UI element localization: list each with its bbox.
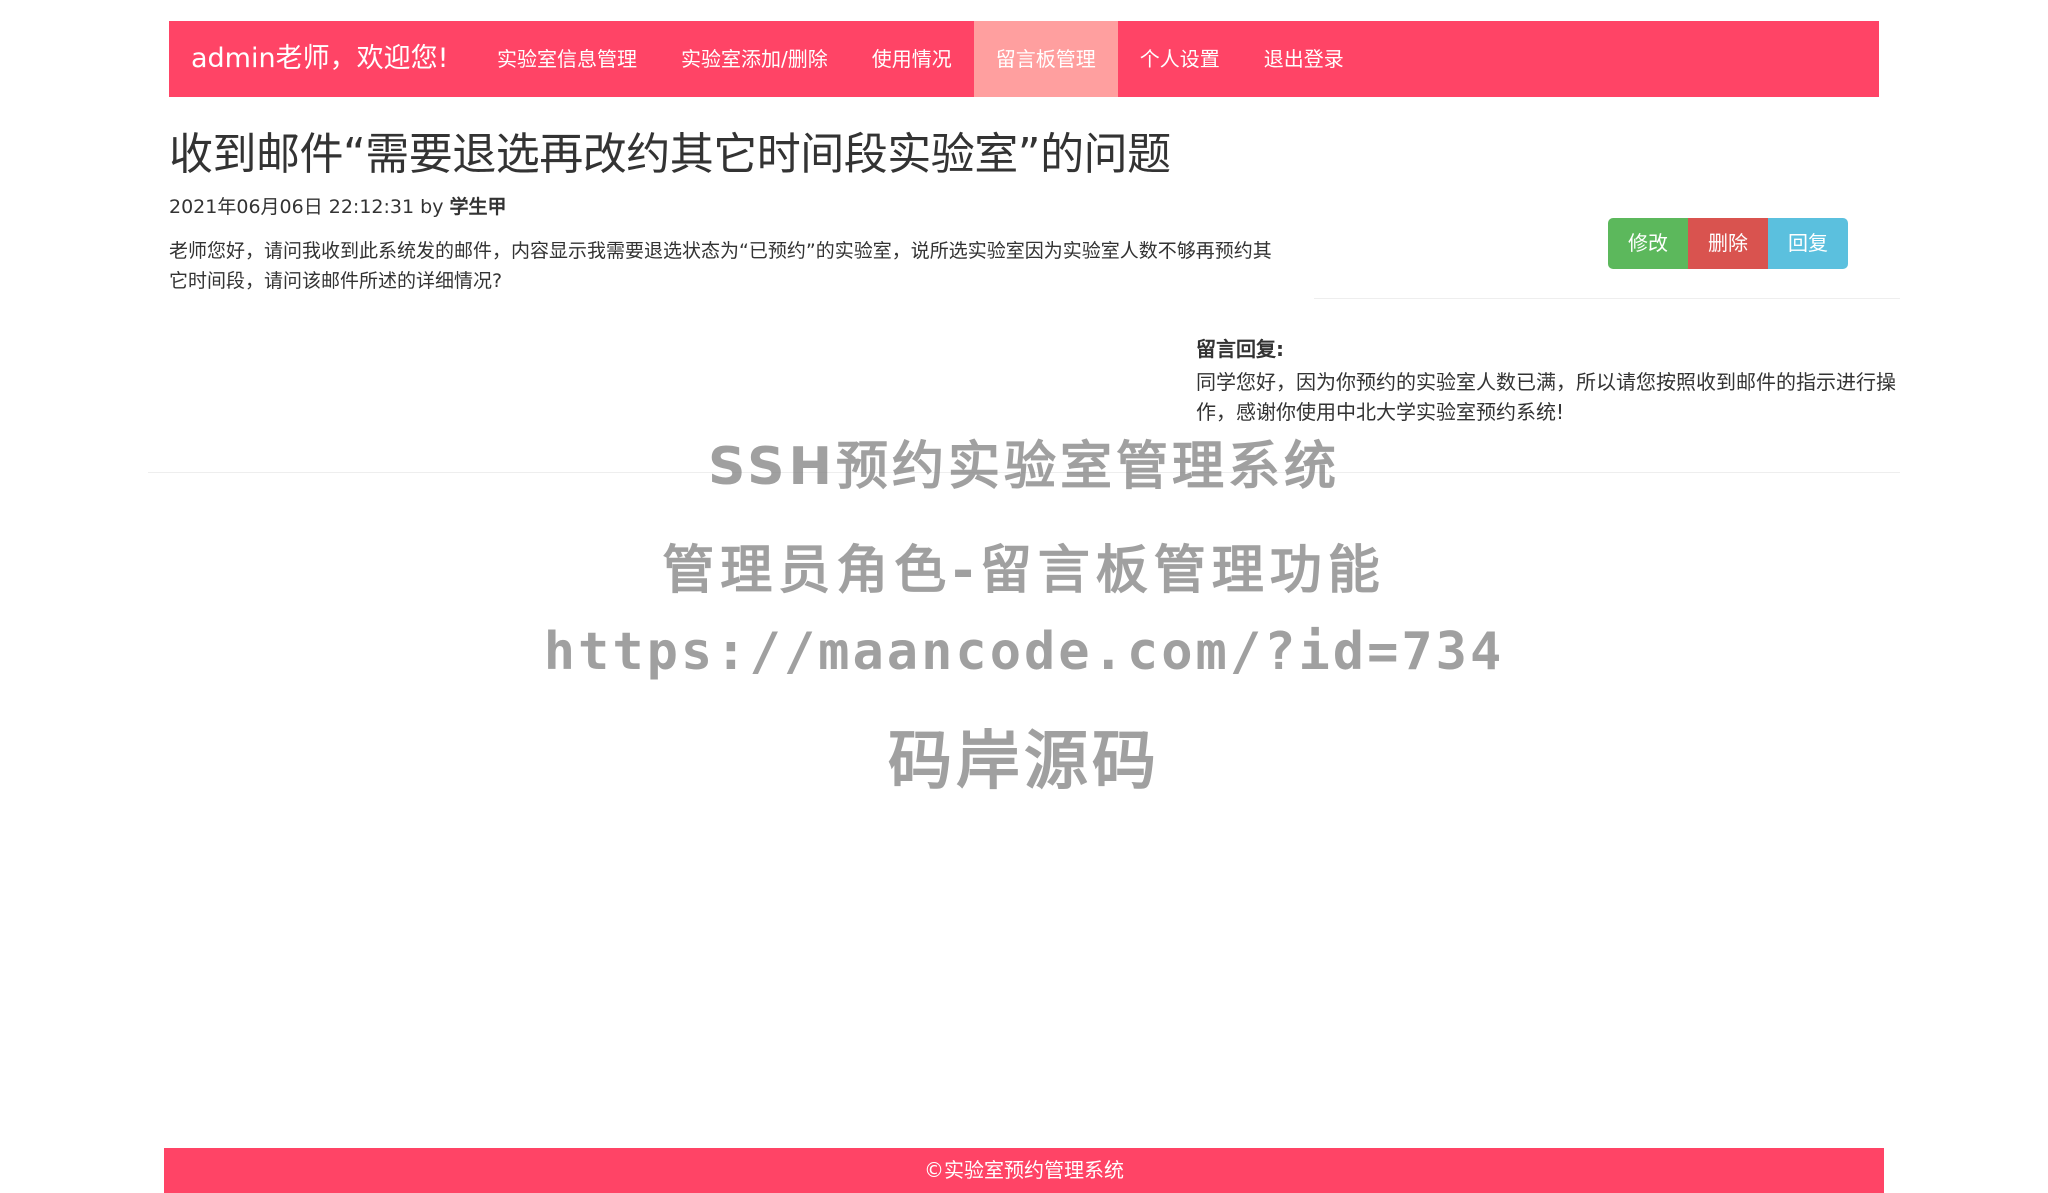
page: admin老师，欢迎您! 实验室信息管理 实验室添加/删除 使用情况 留言板管理…: [0, 0, 2048, 1193]
footer: ©实验室预约管理系统: [164, 1148, 1884, 1193]
post-datetime: 2021年06月06日 22:12:31: [169, 196, 414, 218]
nav-item-message-board[interactable]: 留言板管理: [974, 21, 1118, 97]
divider: [1314, 298, 1900, 299]
navbar-brand: admin老师，欢迎您!: [169, 21, 475, 97]
post-by: by: [420, 196, 443, 218]
delete-button[interactable]: 删除: [1688, 218, 1768, 269]
nav-menu: 实验室信息管理 实验室添加/删除 使用情况 留言板管理 个人设置 退出登录: [475, 21, 1366, 97]
watermark-line: 码岸源码: [0, 710, 2048, 802]
watermark-line: 管理员角色-留言板管理功能: [0, 528, 2048, 603]
reply-body: 同学您好，因为你预约的实验室人数已满，所以请您按照收到邮件的指示进行操作，感谢你…: [1196, 367, 1896, 427]
nav-item-lab-add-delete[interactable]: 实验室添加/删除: [659, 21, 850, 97]
watermark-line: https://maancode.com/?id=734: [0, 622, 2048, 682]
nav-item-lab-info[interactable]: 实验室信息管理: [475, 21, 659, 97]
edit-button[interactable]: 修改: [1608, 218, 1688, 269]
post-body: 老师您好，请问我收到此系统发的邮件，内容显示我需要退选状态为“已预约”的实验室，…: [169, 236, 1279, 296]
watermark-line: SSH预约实验室管理系统: [0, 424, 2048, 499]
post-meta: 2021年06月06日 22:12:31 by 学生甲: [169, 192, 507, 219]
post-action-buttons: 修改 删除 回复: [1608, 218, 1848, 269]
nav-item-personal-settings[interactable]: 个人设置: [1118, 21, 1242, 97]
reply-button[interactable]: 回复: [1768, 218, 1848, 269]
top-navbar: admin老师，欢迎您! 实验室信息管理 实验室添加/删除 使用情况 留言板管理…: [169, 21, 1879, 97]
nav-item-usage[interactable]: 使用情况: [850, 21, 974, 97]
nav-item-logout[interactable]: 退出登录: [1242, 21, 1366, 97]
post-author: 学生甲: [450, 196, 507, 218]
reply-heading: 留言回复:: [1196, 333, 1284, 362]
post-title: 收到邮件“需要退选再改约其它时间段实验室”的问题: [169, 118, 1171, 182]
